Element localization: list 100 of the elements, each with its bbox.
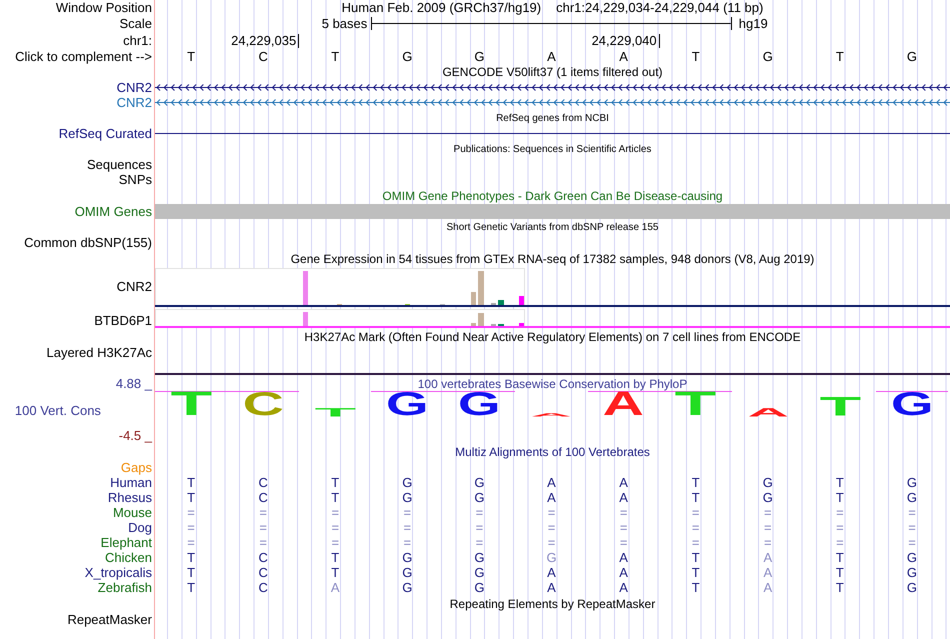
aligned-base: T [187,580,196,595]
axis-min-label: -4.5 _ [118,429,152,443]
track-label[interactable]: RefSeq Curated [58,126,152,141]
row-label: chr1: [123,33,152,48]
aligned-base: A [619,565,628,580]
track-label[interactable]: RepeatMasker [67,612,152,627]
track-label[interactable]: Sequences [86,157,152,172]
base-letter: G [474,49,484,64]
aligned-base: = [548,520,556,535]
track-title: H3K27Ac Mark (Often Found Near Active Regulatory Elements) on 7 cell lines from ENCODE [304,330,801,344]
aligned-base: = [259,520,267,535]
track-label[interactable]: CNR2 [116,95,152,110]
aligned-base: T [836,565,844,580]
aligned-base: T [331,565,340,580]
aligned-base: C [258,490,268,505]
expression-bar [478,313,484,326]
track-title: GENCODE V50lift37 (1 items filtered out) [442,65,663,79]
track-title: Short Genetic Variants from dbSNP release 155 [446,222,658,233]
gaps-label: Gaps [120,460,152,475]
aligned-base: A [619,490,628,505]
aligned-base: = [404,520,412,535]
base-letter: T [331,49,340,64]
aligned-base: G [906,580,918,595]
complement-link[interactable]: Click to complement --> [15,49,152,64]
track-label[interactable]: Layered H3K27Ac [46,345,152,360]
logo-letter: G [386,392,429,417]
base-letter: T [187,49,196,64]
aligned-base: C [258,475,268,490]
aligned-base: = [692,535,700,550]
aligned-base: = [764,520,772,535]
expression-bar [519,323,524,326]
aligned-base: G [402,580,412,595]
row-label: Window Position [56,0,152,15]
aligned-base: A [330,580,340,595]
aligned-base: C [258,565,268,580]
aligned-base: G [402,490,412,505]
base-letter: G [762,49,773,64]
track-label[interactable]: Common dbSNP(155) [24,235,152,250]
aligned-base: G [474,490,484,505]
species-label: Chicken [105,550,152,565]
track-label[interactable]: CNR2 [116,80,152,95]
aligned-base: = [908,520,916,535]
aligned-base: = [836,535,844,550]
track-label[interactable]: CNR2 [116,279,152,294]
aligned-base: = [548,505,556,520]
aligned-base: C [258,580,268,595]
aligned-base: = [908,505,916,520]
logo-letter: G [458,392,501,417]
aligned-base: G [474,580,484,595]
aligned-base: T [836,475,844,490]
aligned-base: = [259,505,267,520]
expression-bar [478,271,484,305]
aligned-base: = [404,505,412,520]
species-label: X_tropicalis [84,565,152,580]
aligned-base: = [404,535,412,550]
aligned-base: T [187,475,196,490]
logo-letter: A [602,392,644,417]
track-title: 100 vertebrates Basewise Conservation by PhyloP [418,377,688,391]
track-label[interactable]: OMIM Genes [74,204,152,219]
track-label[interactable]: 100 Vert. Cons [14,402,101,418]
expression-bar [498,300,504,305]
aligned-base: G [474,550,484,565]
aligned-base: = [259,535,267,550]
aligned-base: G [762,490,773,505]
logo-letter: T [674,392,716,417]
aligned-base: T [187,565,196,580]
axis-max-label: 4.88 _ [116,377,152,391]
aligned-base: A [763,580,772,595]
aligned-base: = [908,535,916,550]
aligned-base: A [619,580,628,595]
expression-bar [471,292,476,305]
aligned-base: = [331,535,340,550]
ruler-tick [658,34,660,48]
aligned-base: G [402,475,412,490]
base-letter: T [836,49,844,64]
aligned-base: = [836,520,844,535]
aligned-base: = [692,505,700,520]
aligned-base: = [548,535,556,550]
expression-bar [303,312,308,326]
aligned-base: A [547,565,556,580]
aligned-base: A [547,490,556,505]
aligned-base: A [547,580,556,595]
row-label: Scale [119,16,152,31]
aligned-base: = [331,520,340,535]
aligned-base: T [692,550,700,565]
base-letter: C [258,49,268,64]
expression-bar [471,323,476,326]
aligned-base: = [620,505,628,520]
aligned-base: T [331,475,340,490]
logo-letter: T [170,392,212,417]
aligned-base: = [187,505,195,520]
aligned-base: G [402,550,412,565]
coordinate-label: 24,229,035 [231,32,296,49]
aligned-base: G [546,550,557,565]
track-label[interactable]: SNPs [118,172,152,187]
track-label[interactable]: BTBD6P1 [94,313,152,328]
aligned-base: A [619,550,628,565]
aligned-base: G [906,475,918,490]
logo-letter: T [819,397,861,417]
aligned-base: = [476,505,484,520]
